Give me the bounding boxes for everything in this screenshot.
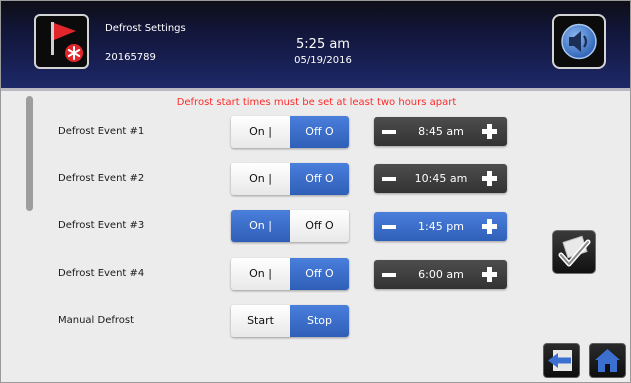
- back-arrow-icon: [548, 350, 572, 371]
- speaker-button[interactable]: [552, 14, 606, 69]
- speaker-icon: [561, 23, 597, 60]
- event-1-time-value: 8:45 am: [418, 125, 464, 138]
- event-2-toggle[interactable]: On | Off O: [231, 163, 349, 195]
- event-2-decrease-button[interactable]: [381, 172, 397, 185]
- event-3-time-stepper[interactable]: 1:45 pm: [374, 212, 507, 241]
- home-icon: [595, 349, 620, 372]
- event-2-on-button[interactable]: On |: [231, 163, 290, 195]
- defrost-settings-screen: Defrost Settings 20165789 5:25 am 05/19/…: [0, 0, 631, 383]
- event-3-off-button[interactable]: Off O: [290, 210, 349, 242]
- event-1-decrease-button[interactable]: [381, 125, 397, 138]
- event-3-toggle[interactable]: On | Off O: [231, 210, 349, 242]
- event-2-time-stepper[interactable]: 10:45 am: [374, 164, 507, 193]
- manual-defrost-label: Manual Defrost: [58, 315, 135, 326]
- manual-start-button[interactable]: Start: [231, 305, 290, 337]
- event-3-time-value: 1:45 pm: [418, 220, 464, 233]
- back-button[interactable]: [543, 343, 580, 378]
- confirm-button[interactable]: [552, 230, 596, 274]
- clock-time: 5:25 am: [296, 37, 350, 52]
- home-button[interactable]: [589, 343, 626, 378]
- defrost-flag-icon: [34, 14, 89, 69]
- unit-id: 20165789: [105, 52, 156, 63]
- event-1-label: Defrost Event #1: [58, 126, 145, 137]
- event-4-label: Defrost Event #4: [58, 268, 145, 279]
- event-3-increase-button[interactable]: [482, 219, 497, 234]
- event-1-toggle[interactable]: On | Off O: [231, 116, 349, 148]
- event-4-decrease-button[interactable]: [381, 268, 397, 281]
- event-1-off-button[interactable]: Off O: [290, 116, 349, 148]
- event-4-off-button[interactable]: Off O: [290, 258, 349, 290]
- event-4-toggle[interactable]: On | Off O: [231, 258, 349, 290]
- event-2-off-button[interactable]: Off O: [290, 163, 349, 195]
- event-1-increase-button[interactable]: [482, 124, 497, 139]
- scrollbar[interactable]: [26, 96, 33, 211]
- event-1-on-button[interactable]: On |: [231, 116, 290, 148]
- event-4-on-button[interactable]: On |: [231, 258, 290, 290]
- screen-title: Defrost Settings: [105, 23, 186, 34]
- checkmark-icon: [558, 235, 591, 267]
- event-1-time-stepper[interactable]: 8:45 am: [374, 117, 507, 146]
- event-4-increase-button[interactable]: [482, 267, 497, 282]
- event-4-time-value: 6:00 am: [418, 268, 464, 281]
- clock-date: 05/19/2016: [294, 55, 352, 66]
- warning-message: Defrost start times must be set at least…: [176, 97, 457, 108]
- manual-defrost-toggle[interactable]: Start Stop: [231, 305, 349, 337]
- event-3-decrease-button[interactable]: [381, 220, 397, 233]
- header-bar: Defrost Settings 20165789 5:25 am 05/19/…: [1, 1, 630, 91]
- event-4-time-stepper[interactable]: 6:00 am: [374, 260, 507, 289]
- manual-stop-button[interactable]: Stop: [290, 305, 349, 337]
- event-3-label: Defrost Event #3: [58, 220, 145, 231]
- event-2-increase-button[interactable]: [482, 171, 497, 186]
- event-2-label: Defrost Event #2: [58, 173, 145, 184]
- event-2-time-value: 10:45 am: [414, 172, 468, 185]
- event-3-on-button[interactable]: On |: [231, 210, 290, 242]
